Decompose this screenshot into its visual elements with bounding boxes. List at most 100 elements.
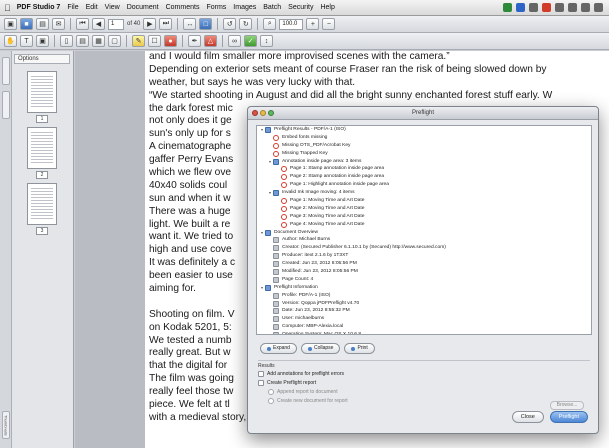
minimize-window-icon[interactable]: [260, 110, 266, 116]
page-thumbnail[interactable]: [27, 183, 57, 225]
save-icon[interactable]: ■: [20, 18, 33, 30]
next-page-icon[interactable]: ▶: [143, 18, 157, 30]
fit-width-icon[interactable]: ↔: [183, 18, 197, 30]
highlight-tool-icon[interactable]: ✎: [132, 35, 145, 47]
page-thumbnail[interactable]: [27, 127, 57, 169]
tree-row[interactable]: Created: Jun 23, 2012 8:05:56 PM: [257, 260, 591, 268]
apple-menu-icon[interactable]: : [4, 3, 11, 13]
tree-row[interactable]: Page 4: Moving Time and Art Date: [257, 221, 591, 229]
create-report-option[interactable]: Create Preflight report: [258, 378, 590, 387]
tree-row[interactable]: Page Count: 4: [257, 276, 591, 284]
append-report-option[interactable]: Append report to document: [258, 387, 590, 396]
select-text-icon[interactable]: T: [20, 35, 33, 47]
tree-row[interactable]: Page 1: Moving Time and Art Date: [257, 197, 591, 205]
collapse-button[interactable]: Collapse: [300, 343, 341, 354]
status-icon[interactable]: [568, 3, 577, 12]
menu-file[interactable]: File: [67, 4, 78, 11]
last-page-icon[interactable]: ⏭: [159, 18, 173, 30]
page-thumbnail[interactable]: [27, 71, 57, 113]
previous-page-icon[interactable]: ◀: [92, 18, 105, 30]
tree-row[interactable]: Version: Qoppa jPDFPreflight v4.70: [257, 300, 591, 308]
print-icon[interactable]: ▤: [36, 18, 49, 30]
status-icon[interactable]: [581, 3, 590, 12]
tree-row[interactable]: Producer: itext 2.1.6 by 1T3XT: [257, 252, 591, 260]
preflight-results-tree[interactable]: ▾ Preflight Results - PDF/A-1 (ISO) Embed …: [256, 125, 592, 335]
tree-row[interactable]: Modified: Jun 23, 2012 8:05:56 PM: [257, 268, 591, 276]
fit-page-icon[interactable]: □: [199, 18, 213, 30]
status-icon[interactable]: [555, 3, 564, 12]
link-tool-icon[interactable]: ∞: [228, 35, 241, 47]
first-page-icon[interactable]: ⏮: [76, 18, 89, 30]
tree-row[interactable]: ▾ Invalid Ink Image moving: 4 items: [257, 189, 591, 197]
close-button[interactable]: Close: [511, 411, 544, 423]
email-icon[interactable]: ✉: [52, 18, 65, 30]
preflight-button[interactable]: Preflight: [549, 411, 588, 423]
menu-edit[interactable]: Edit: [86, 4, 98, 11]
menu-help[interactable]: Help: [320, 4, 334, 11]
zoom-field[interactable]: 100.0: [279, 18, 304, 30]
tree-row[interactable]: Page 1: Highlight annotation inside page…: [257, 181, 591, 189]
page-number-field[interactable]: 1: [108, 18, 124, 30]
tree-row[interactable]: User: michaelburns: [257, 315, 591, 323]
sticky-note-icon[interactable]: ☐: [148, 35, 161, 47]
status-icon[interactable]: [503, 3, 512, 12]
menu-comments[interactable]: Comments: [166, 4, 200, 11]
rotate-ccw-icon[interactable]: ↺: [223, 18, 237, 30]
stamp-tool-icon[interactable]: ●: [164, 35, 177, 47]
bookmarks-tab[interactable]: [2, 91, 10, 119]
hand-tool-icon[interactable]: ✋: [4, 35, 17, 47]
status-icon[interactable]: [594, 3, 603, 12]
status-icon[interactable]: [542, 3, 551, 12]
close-window-icon[interactable]: [252, 110, 258, 116]
tree-row[interactable]: Page 2: Moving Time and Art Date: [257, 205, 591, 213]
measure-tool-icon[interactable]: ↕: [260, 35, 273, 47]
tree-row[interactable]: ▾ Preflight Results - PDF/A-1 (ISO): [257, 126, 591, 134]
menu-view[interactable]: View: [105, 4, 120, 11]
pen-tool-icon[interactable]: ✒: [188, 35, 201, 47]
thumbnails-tab[interactable]: Thumbnails: [2, 411, 10, 439]
radio-button[interactable]: [268, 388, 274, 395]
fullscreen-icon[interactable]: ▢: [108, 35, 121, 47]
facing-pages-icon[interactable]: ▦: [92, 35, 105, 47]
menu-images[interactable]: Images: [233, 4, 256, 11]
tree-row[interactable]: Profile: PDF/A-1 (ISO): [257, 292, 591, 300]
continuous-page-icon[interactable]: ▤: [76, 35, 89, 47]
attach-tool-icon[interactable]: ✓: [244, 35, 257, 47]
menu-app-name[interactable]: PDF Studio 7: [17, 4, 61, 11]
checkbox[interactable]: [258, 379, 264, 386]
tree-row[interactable]: ▾ Annotation inside page area: 3 items: [257, 158, 591, 166]
tree-row[interactable]: Computer: MBP-Alexia.local: [257, 323, 591, 331]
tree-row[interactable]: Missing Trapped Key: [257, 150, 591, 158]
tree-row[interactable]: ▾ Preflight Information: [257, 284, 591, 292]
expand-button[interactable]: Expand: [260, 343, 297, 354]
tree-row[interactable]: Creator: (Secured Publisher 6.1.10.1 by …: [257, 244, 591, 252]
tree-row[interactable]: Operating System: Mac OS X 10.6.8: [257, 331, 591, 334]
zoom-icon[interactable]: ⌕: [263, 18, 277, 30]
new-document-option[interactable]: Create new document for report: [258, 396, 590, 405]
add-annotations-option[interactable]: Add annotations for preflight errors: [258, 369, 590, 378]
tree-row[interactable]: Missing OTS_PDF/Acrobat Key: [257, 142, 591, 150]
tree-row[interactable]: Author: Michael Burns: [257, 236, 591, 244]
menu-forms[interactable]: Forms: [206, 4, 226, 11]
print-button[interactable]: Print: [344, 343, 375, 354]
menu-document[interactable]: Document: [127, 4, 159, 11]
radio-button[interactable]: [268, 397, 274, 404]
tree-row[interactable]: Page 3: Moving Time and Art Date: [257, 213, 591, 221]
tree-row[interactable]: Page 1: Stamp annotation inside page are…: [257, 165, 591, 173]
status-icon[interactable]: [529, 3, 538, 12]
checkbox[interactable]: [258, 370, 264, 377]
zoom-window-icon[interactable]: [268, 110, 274, 116]
menu-security[interactable]: Security: [288, 4, 313, 11]
open-folder-icon[interactable]: ▣: [4, 18, 17, 30]
pages-tab[interactable]: [2, 57, 10, 85]
dialog-title-bar[interactable]: Preflight: [248, 107, 598, 120]
menu-batch[interactable]: Batch: [263, 4, 281, 11]
tree-row[interactable]: Date: Jun 23, 2012 8:55:32 PM: [257, 307, 591, 315]
zoom-out-icon[interactable]: −: [322, 18, 336, 30]
snapshot-icon[interactable]: ▣: [36, 35, 49, 47]
zoom-in-icon[interactable]: +: [306, 18, 320, 30]
tree-row[interactable]: Page 2: Stamp annotation inside page are…: [257, 173, 591, 181]
browse-button[interactable]: Browse...: [550, 401, 584, 410]
tree-row[interactable]: Embed fonts missing: [257, 134, 591, 142]
status-icon[interactable]: [516, 3, 525, 12]
